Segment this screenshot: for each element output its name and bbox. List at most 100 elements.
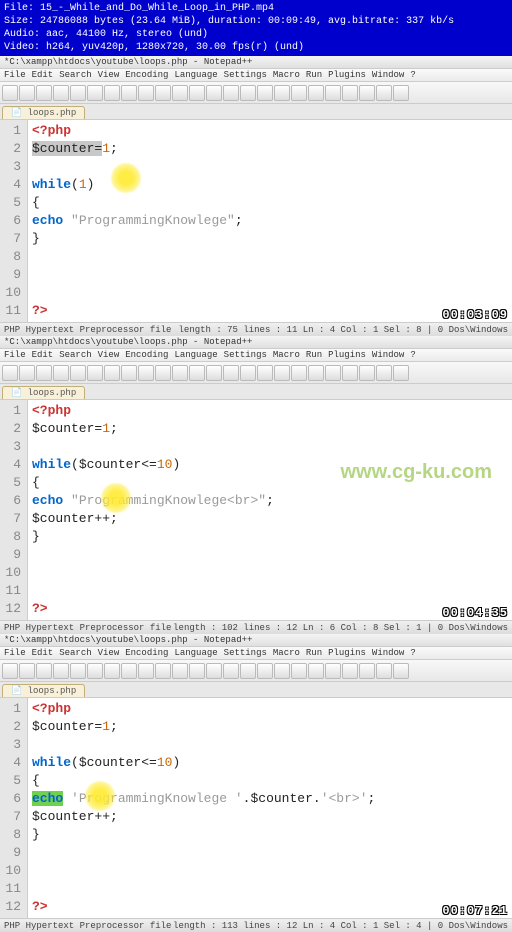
toolbar-button[interactable] bbox=[376, 663, 392, 679]
file-tab[interactable]: 📄 loops.php bbox=[2, 684, 85, 697]
toolbar-button[interactable] bbox=[121, 663, 137, 679]
code-area[interactable]: 1234567891011<?php$counter=1;while(1){ec… bbox=[0, 120, 512, 322]
code-area[interactable]: 123456789101112<?php$counter=1;while($co… bbox=[0, 698, 512, 918]
toolbar-button[interactable] bbox=[308, 85, 324, 101]
toolbar-button[interactable] bbox=[223, 663, 239, 679]
menu-item-search[interactable]: Search bbox=[59, 648, 91, 658]
code-line[interactable] bbox=[32, 438, 508, 456]
code-line[interactable] bbox=[32, 862, 508, 880]
code-line[interactable]: while(1) bbox=[32, 176, 508, 194]
toolbar-button[interactable] bbox=[291, 85, 307, 101]
toolbar-button[interactable] bbox=[138, 85, 154, 101]
toolbar-button[interactable] bbox=[121, 365, 137, 381]
toolbar-button[interactable] bbox=[172, 85, 188, 101]
toolbar-button[interactable] bbox=[87, 365, 103, 381]
code-lines[interactable]: <?php$counter=1; while($counter<=10){echo… bbox=[28, 400, 512, 620]
menu-item-run[interactable]: Run bbox=[306, 350, 322, 360]
toolbar-button[interactable] bbox=[189, 85, 205, 101]
toolbar-button[interactable] bbox=[121, 85, 137, 101]
toolbar-button[interactable] bbox=[325, 365, 341, 381]
menu-item-help[interactable]: ? bbox=[410, 70, 415, 80]
toolbar-button[interactable] bbox=[359, 85, 375, 101]
toolbar-button[interactable] bbox=[206, 663, 222, 679]
toolbar-button[interactable] bbox=[87, 663, 103, 679]
code-line[interactable]: } bbox=[32, 230, 508, 248]
menu-item-run[interactable]: Run bbox=[306, 70, 322, 80]
toolbar-button[interactable] bbox=[274, 85, 290, 101]
menu-item-window[interactable]: Window bbox=[372, 70, 404, 80]
code-line[interactable]: echo "ProgrammingKnowlege"; bbox=[32, 212, 508, 230]
code-line[interactable] bbox=[32, 736, 508, 754]
code-line[interactable]: <?php bbox=[32, 122, 508, 140]
code-line[interactable]: echo "ProgrammingKnowlege<br>"; bbox=[32, 492, 508, 510]
menu-item-file[interactable]: File bbox=[4, 350, 26, 360]
menu-item-edit[interactable]: Edit bbox=[32, 648, 54, 658]
toolbar-button[interactable] bbox=[223, 365, 239, 381]
menu-item-settings[interactable]: Settings bbox=[224, 350, 267, 360]
code-line[interactable]: $counter=1; bbox=[32, 140, 508, 158]
code-line[interactable]: <?php bbox=[32, 700, 508, 718]
toolbar-button[interactable] bbox=[155, 663, 171, 679]
toolbar-button[interactable] bbox=[104, 663, 120, 679]
code-line[interactable] bbox=[32, 284, 508, 302]
file-tab[interactable]: 📄 loops.php bbox=[2, 106, 85, 119]
toolbar-button[interactable] bbox=[155, 85, 171, 101]
toolbar-button[interactable] bbox=[138, 365, 154, 381]
toolbar-button[interactable] bbox=[189, 663, 205, 679]
toolbar-button[interactable] bbox=[342, 365, 358, 381]
menu-item-language[interactable]: Language bbox=[174, 70, 217, 80]
code-line[interactable]: { bbox=[32, 194, 508, 212]
code-line[interactable]: while($counter<=10) bbox=[32, 754, 508, 772]
menu-item-settings[interactable]: Settings bbox=[224, 648, 267, 658]
code-line[interactable]: while($counter<=10) bbox=[32, 456, 508, 474]
toolbar-button[interactable] bbox=[206, 365, 222, 381]
menu-item-encoding[interactable]: Encoding bbox=[125, 648, 168, 658]
toolbar-button[interactable] bbox=[53, 365, 69, 381]
toolbar-button[interactable] bbox=[70, 365, 86, 381]
code-line[interactable]: { bbox=[32, 474, 508, 492]
menu-item-search[interactable]: Search bbox=[59, 350, 91, 360]
toolbar-button[interactable] bbox=[2, 365, 18, 381]
menu-item-edit[interactable]: Edit bbox=[32, 350, 54, 360]
menu-item-plugins[interactable]: Plugins bbox=[328, 350, 366, 360]
menu-item-plugins[interactable]: Plugins bbox=[328, 648, 366, 658]
code-area[interactable]: 123456789101112<?php$counter=1;while($co… bbox=[0, 400, 512, 620]
menu-item-window[interactable]: Window bbox=[372, 350, 404, 360]
toolbar-button[interactable] bbox=[223, 85, 239, 101]
menu-item-run[interactable]: Run bbox=[306, 648, 322, 658]
code-line[interactable] bbox=[32, 546, 508, 564]
toolbar-button[interactable] bbox=[138, 663, 154, 679]
code-line[interactable]: ?> bbox=[32, 600, 508, 618]
menu-item-file[interactable]: File bbox=[4, 70, 26, 80]
code-line[interactable]: $counter=1; bbox=[32, 420, 508, 438]
toolbar-button[interactable] bbox=[359, 365, 375, 381]
toolbar-button[interactable] bbox=[172, 663, 188, 679]
toolbar-button[interactable] bbox=[325, 663, 341, 679]
toolbar-button[interactable] bbox=[104, 365, 120, 381]
toolbar-button[interactable] bbox=[308, 663, 324, 679]
code-line[interactable]: <?php bbox=[32, 402, 508, 420]
toolbar-button[interactable] bbox=[291, 365, 307, 381]
code-line[interactable] bbox=[32, 880, 508, 898]
code-line[interactable]: $counter++; bbox=[32, 808, 508, 826]
menu-item-encoding[interactable]: Encoding bbox=[125, 350, 168, 360]
code-line[interactable]: { bbox=[32, 772, 508, 790]
toolbar-button[interactable] bbox=[155, 365, 171, 381]
toolbar-button[interactable] bbox=[291, 663, 307, 679]
toolbar-button[interactable] bbox=[2, 663, 18, 679]
menu-item-plugins[interactable]: Plugins bbox=[328, 70, 366, 80]
toolbar-button[interactable] bbox=[240, 85, 256, 101]
menu-item-view[interactable]: View bbox=[98, 350, 120, 360]
code-line[interactable] bbox=[32, 266, 508, 284]
menu-item-macro[interactable]: Macro bbox=[273, 648, 300, 658]
code-line[interactable] bbox=[32, 248, 508, 266]
toolbar-button[interactable] bbox=[257, 85, 273, 101]
menu-item-help[interactable]: ? bbox=[410, 350, 415, 360]
toolbar-button[interactable] bbox=[308, 365, 324, 381]
toolbar-button[interactable] bbox=[342, 85, 358, 101]
code-line[interactable] bbox=[32, 158, 508, 176]
code-line[interactable] bbox=[32, 582, 508, 600]
menu-item-language[interactable]: Language bbox=[174, 350, 217, 360]
code-lines[interactable]: <?php$counter=1;while($counter<=10){echo… bbox=[28, 698, 512, 918]
toolbar-button[interactable] bbox=[189, 365, 205, 381]
